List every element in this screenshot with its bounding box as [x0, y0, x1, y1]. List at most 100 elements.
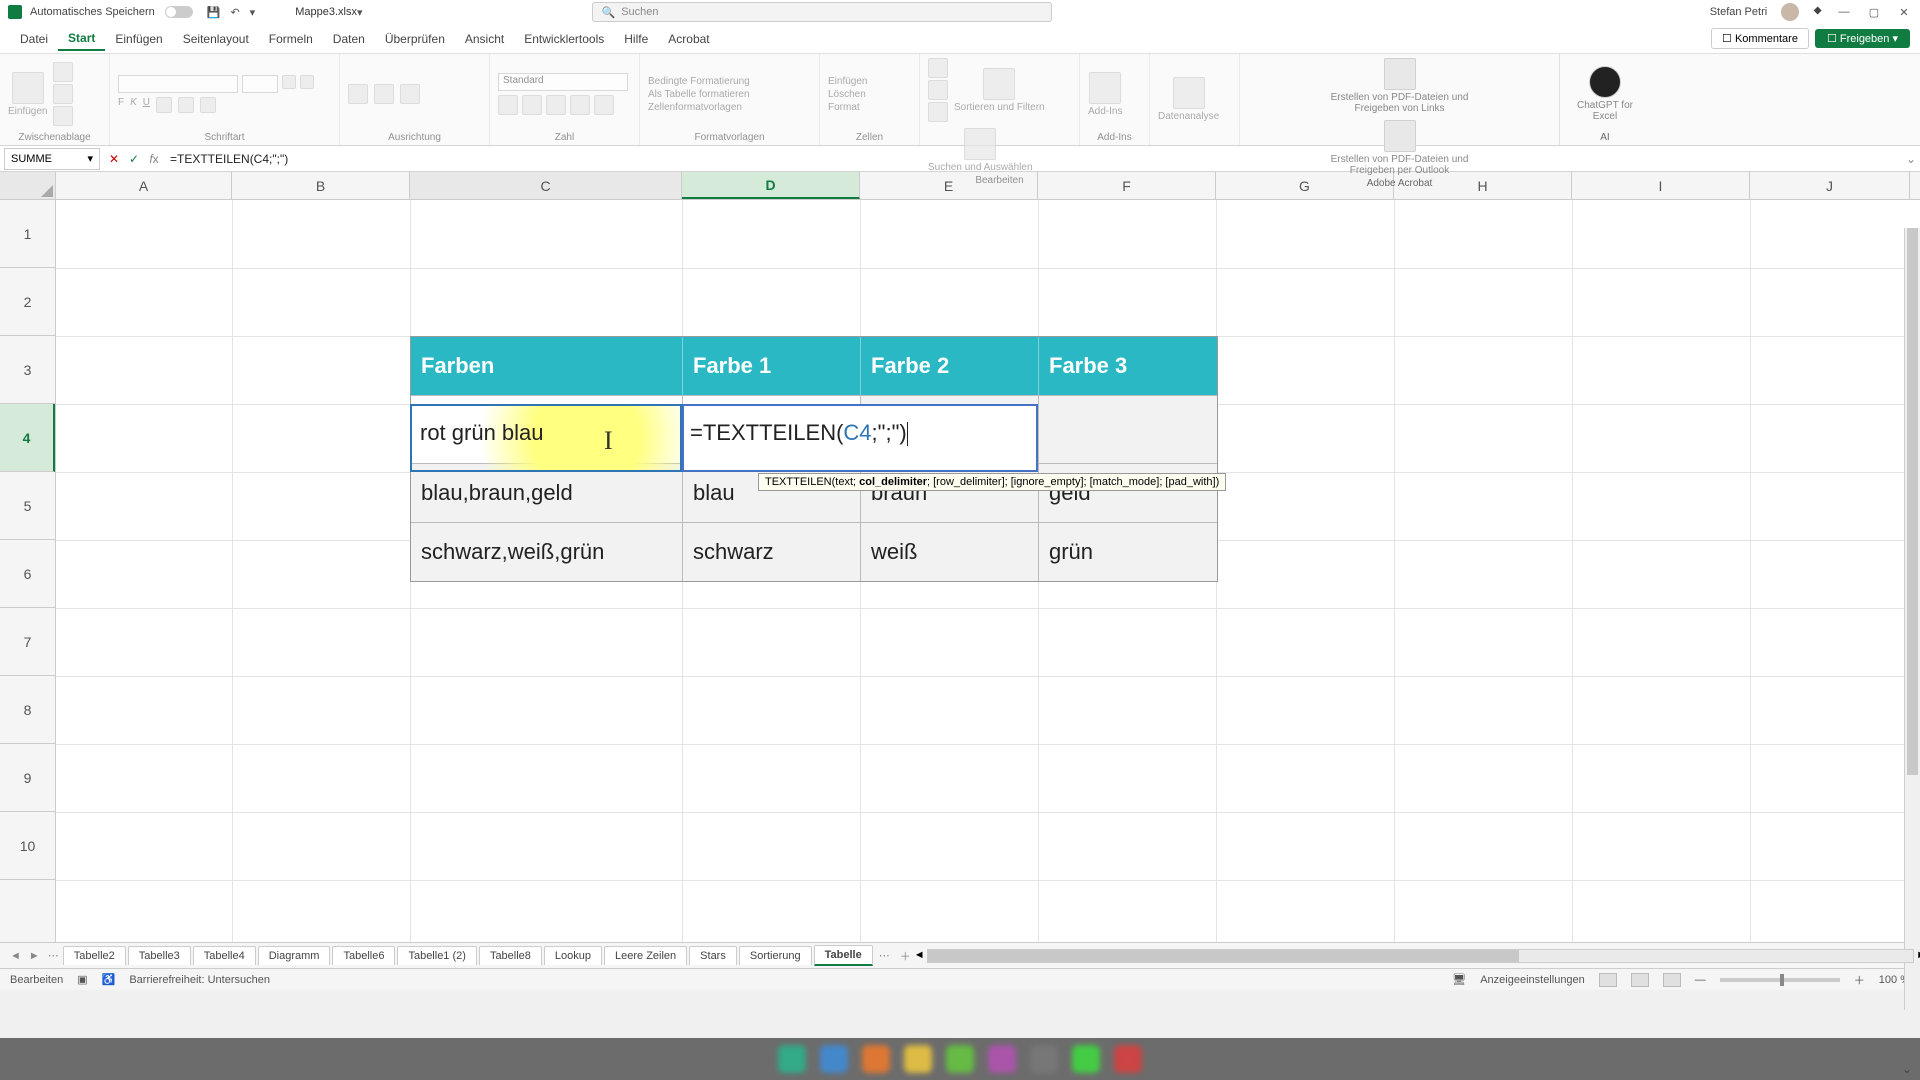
undo-icon[interactable]: ↶ [230, 6, 239, 19]
taskbar-icon[interactable] [778, 1045, 806, 1073]
align-icon[interactable] [348, 84, 368, 104]
vertical-scrollbar[interactable] [1904, 228, 1920, 1010]
horizontal-scrollbar[interactable]: ◄ ► [927, 949, 1914, 963]
row-header-7[interactable]: 7 [0, 608, 55, 676]
cell-e6[interactable]: weiß [861, 523, 1039, 581]
name-box[interactable]: SUMME ▾ [4, 148, 100, 170]
font-color-icon[interactable] [200, 97, 216, 113]
row-header-6[interactable]: 6 [0, 540, 55, 608]
sheet-more-icon[interactable]: ⋯ [48, 949, 59, 962]
sheet-nav-prev-icon[interactable]: ◄ [10, 950, 21, 962]
accessibility-label[interactable]: Barrierefreiheit: Untersuchen [129, 974, 270, 986]
taskbar-icon[interactable] [946, 1045, 974, 1073]
data-analysis-icon[interactable] [1173, 77, 1205, 109]
font-family-input[interactable] [118, 75, 238, 93]
th-farbe2[interactable]: Farbe 2 [861, 337, 1039, 395]
taskbar-icon[interactable] [1114, 1045, 1142, 1073]
save-icon[interactable]: 💾 [207, 6, 221, 19]
sheet-tab-lookup[interactable]: Lookup [544, 946, 602, 965]
col-header-i[interactable]: I [1572, 172, 1750, 199]
clear-icon[interactable] [928, 102, 948, 122]
dec-decimal-icon[interactable] [594, 95, 614, 115]
row-header-5[interactable]: 5 [0, 472, 55, 540]
tab-acrobat[interactable]: Acrobat [658, 28, 719, 50]
sheet-tab-tabelle6[interactable]: Tabelle6 [332, 946, 395, 965]
autosave-toggle[interactable] [165, 6, 193, 18]
filename-dropdown-icon[interactable]: ▾ [357, 6, 363, 19]
sheet-tab-tabelle1-2[interactable]: Tabelle1 (2) [397, 946, 476, 965]
confirm-formula-icon[interactable]: ✓ [124, 152, 144, 166]
diamond-icon[interactable]: ⯁ [1813, 6, 1822, 19]
cell-d4-editing[interactable]: =TEXTTEILEN(C4;";") [682, 404, 1038, 472]
autosum-icon[interactable] [928, 58, 948, 78]
paste-icon[interactable] [12, 72, 44, 104]
insert-cells-button[interactable]: Einfügen [828, 76, 867, 87]
tab-ansicht[interactable]: Ansicht [455, 28, 514, 50]
taskbar-icon[interactable] [904, 1045, 932, 1073]
scrollbar-thumb[interactable] [1907, 228, 1918, 775]
col-header-c[interactable]: C [410, 172, 682, 199]
font-size-input[interactable] [242, 75, 278, 93]
addins-icon[interactable] [1089, 72, 1121, 104]
col-header-d[interactable]: D [682, 172, 860, 199]
close-icon[interactable]: ✕ [1896, 6, 1912, 19]
cell-f4[interactable] [1039, 396, 1217, 463]
th-farben[interactable]: Farben [411, 337, 683, 395]
cancel-formula-icon[interactable]: ✕ [104, 152, 124, 166]
sheet-tab-tabelle8[interactable]: Tabelle8 [479, 946, 542, 965]
bold-icon[interactable]: F [118, 97, 124, 113]
border-icon[interactable] [156, 97, 172, 113]
view-page-layout-icon[interactable] [1631, 973, 1649, 987]
cell-c6[interactable]: schwarz,weiß,grün [411, 523, 683, 581]
sheet-nav-next-icon[interactable]: ► [29, 950, 40, 962]
select-all-corner[interactable] [0, 172, 56, 199]
zoom-slider[interactable] [1720, 978, 1840, 982]
italic-icon[interactable]: K [130, 97, 137, 113]
format-cells-button[interactable]: Format [828, 102, 867, 113]
chatgpt-icon[interactable] [1589, 66, 1621, 98]
comments-button[interactable]: ☐ Kommentare [1711, 28, 1809, 49]
align-icon-2[interactable] [374, 84, 394, 104]
hscroll-thumb[interactable] [928, 950, 1519, 962]
fill-icon[interactable] [928, 80, 948, 100]
hscroll-left-icon[interactable]: ◄ [914, 949, 925, 961]
row-header-4[interactable]: 4 [0, 404, 55, 472]
tab-entwicklertools[interactable]: Entwicklertools [514, 28, 614, 50]
tab-seitenlayout[interactable]: Seitenlayout [173, 28, 259, 50]
tab-datei[interactable]: Datei [10, 28, 58, 50]
taskbar-icon[interactable] [1072, 1045, 1100, 1073]
table-format-button[interactable]: Als Tabelle formatieren [648, 89, 750, 100]
inc-decimal-icon[interactable] [570, 95, 590, 115]
maximize-icon[interactable]: ▢ [1866, 6, 1882, 19]
format-painter-icon[interactable] [53, 106, 73, 126]
underline-icon[interactable]: U [143, 97, 150, 113]
tab-daten[interactable]: Daten [323, 28, 375, 50]
sheet-tab-tabelle2[interactable]: Tabelle2 [63, 946, 126, 965]
cell-c5[interactable]: blau,braun,geld [411, 464, 683, 522]
share-button[interactable]: ☐ Freigeben ▾ [1815, 29, 1910, 48]
filename-label[interactable]: Mappe3.xlsx [295, 6, 357, 18]
view-page-break-icon[interactable] [1663, 973, 1681, 987]
row-header-9[interactable]: 9 [0, 744, 55, 812]
expand-formula-bar-icon[interactable]: ⌄ [1902, 152, 1920, 166]
pdf-outlook-icon[interactable] [1384, 120, 1416, 152]
taskbar-icon[interactable] [820, 1045, 848, 1073]
delete-cells-button[interactable]: Löschen [828, 89, 867, 100]
percent-icon[interactable] [522, 95, 542, 115]
sheet-tab-leere-zeilen[interactable]: Leere Zeilen [604, 946, 687, 965]
formula-tooltip[interactable]: TEXTTEILEN(text; col_delimiter; [row_del… [758, 473, 1226, 491]
tab-hilfe[interactable]: Hilfe [614, 28, 658, 50]
cut-icon[interactable] [53, 62, 73, 82]
display-settings-label[interactable]: Anzeigeeinstellungen [1480, 974, 1585, 986]
minimize-icon[interactable]: — [1836, 6, 1852, 18]
macro-record-icon[interactable]: ▣ [77, 973, 87, 986]
currency-icon[interactable] [498, 95, 518, 115]
col-header-j[interactable]: J [1750, 172, 1910, 199]
row-header-1[interactable]: 1 [0, 200, 55, 268]
col-header-a[interactable]: A [56, 172, 232, 199]
decrease-font-icon[interactable] [300, 75, 314, 89]
namebox-dropdown-icon[interactable]: ▾ [87, 152, 93, 165]
cell-c4-reference[interactable]: rot grün blau I [410, 404, 682, 472]
tab-formeln[interactable]: Formeln [259, 28, 323, 50]
zoom-out-icon[interactable]: — [1695, 974, 1706, 986]
